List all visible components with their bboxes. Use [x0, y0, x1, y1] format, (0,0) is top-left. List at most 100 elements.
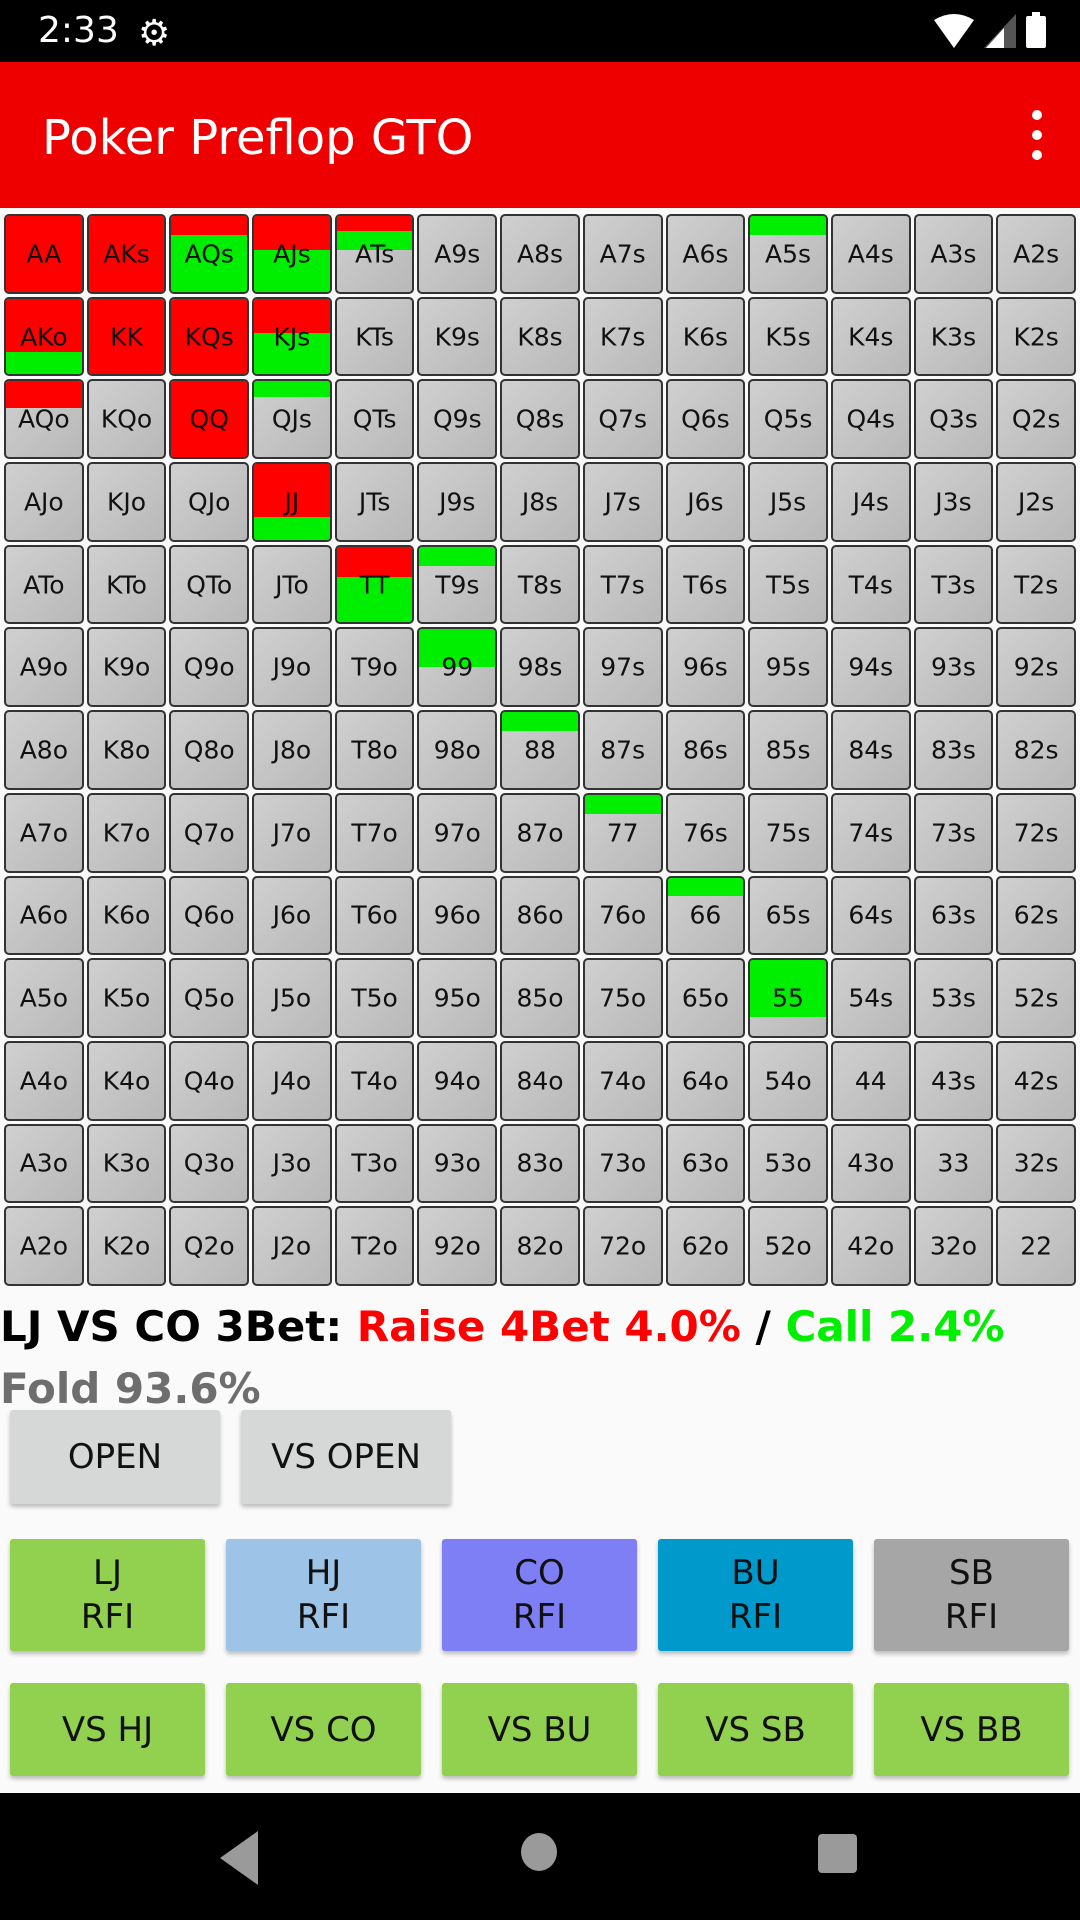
hand-cell-J2o[interactable]: J2o	[252, 1206, 332, 1286]
hand-cell-A9s[interactable]: A9s	[417, 214, 498, 294]
hand-cell-95s[interactable]: 95s	[748, 627, 828, 708]
hand-cell-42s[interactable]: 42s	[996, 1040, 1076, 1121]
hand-cell-53s[interactable]: 53s	[913, 958, 994, 1038]
hand-cell-94s[interactable]: 94s	[830, 627, 911, 708]
hand-cell-T7s[interactable]: T7s	[582, 544, 663, 625]
open-button[interactable]: OPEN	[10, 1410, 220, 1504]
hand-cell-83o[interactable]: 83o	[500, 1123, 580, 1204]
vs-co-button[interactable]: VS CO	[226, 1683, 421, 1776]
vs-sb-button[interactable]: VS SB	[658, 1683, 853, 1776]
hand-cell-J8s[interactable]: J8s	[500, 462, 580, 542]
hand-cell-A4s[interactable]: A4s	[830, 214, 911, 294]
hand-cell-85o[interactable]: 85o	[500, 958, 580, 1038]
hand-cell-92o[interactable]: 92o	[417, 1206, 498, 1286]
hand-cell-Q8o[interactable]: Q8o	[169, 710, 250, 790]
hand-cell-T4s[interactable]: T4s	[830, 544, 911, 625]
hand-cell-J5o[interactable]: J5o	[252, 958, 332, 1038]
hand-cell-J5s[interactable]: J5s	[748, 462, 828, 542]
hand-cell-65s[interactable]: 65s	[748, 875, 828, 956]
hand-cell-T3s[interactable]: T3s	[913, 544, 994, 625]
hand-cell-Q2s[interactable]: Q2s	[996, 379, 1076, 460]
hand-cell-T8s[interactable]: T8s	[500, 544, 580, 625]
hand-cell-K3o[interactable]: K3o	[86, 1123, 167, 1204]
hand-cell-AA[interactable]: AA	[4, 214, 84, 294]
hand-cell-K7s[interactable]: K7s	[582, 296, 663, 377]
hand-cell-K4s[interactable]: K4s	[830, 296, 911, 377]
hand-cell-A5o[interactable]: A5o	[4, 958, 84, 1038]
hand-cell-76s[interactable]: 76s	[665, 792, 746, 873]
lj-rfi-button[interactable]: LJ RFI	[10, 1539, 205, 1651]
hand-cell-87s[interactable]: 87s	[582, 710, 663, 790]
hand-cell-44[interactable]: 44	[830, 1040, 911, 1121]
hand-cell-87o[interactable]: 87o	[500, 792, 580, 873]
hand-cell-T4o[interactable]: T4o	[334, 1040, 415, 1121]
hand-cell-A3o[interactable]: A3o	[4, 1123, 84, 1204]
hand-cell-42o[interactable]: 42o	[830, 1206, 911, 1286]
hand-cell-94o[interactable]: 94o	[417, 1040, 498, 1121]
hand-cell-63s[interactable]: 63s	[913, 875, 994, 956]
hand-cell-A3s[interactable]: A3s	[913, 214, 994, 294]
hand-cell-65o[interactable]: 65o	[665, 958, 746, 1038]
hand-cell-ATo[interactable]: ATo	[4, 544, 84, 625]
hand-cell-K2s[interactable]: K2s	[996, 296, 1076, 377]
hand-cell-K7o[interactable]: K7o	[86, 792, 167, 873]
hand-cell-T6o[interactable]: T6o	[334, 875, 415, 956]
hand-cell-76o[interactable]: 76o	[582, 875, 663, 956]
hand-cell-86s[interactable]: 86s	[665, 710, 746, 790]
back-icon[interactable]	[220, 1831, 258, 1885]
hand-cell-J6o[interactable]: J6o	[252, 875, 332, 956]
hand-cell-A8s[interactable]: A8s	[500, 214, 580, 294]
vs-hj-button[interactable]: VS HJ	[10, 1683, 205, 1776]
hand-cell-K8o[interactable]: K8o	[86, 710, 167, 790]
home-icon[interactable]	[521, 1833, 557, 1871]
hand-cell-Q7o[interactable]: Q7o	[169, 792, 250, 873]
hand-cell-J8o[interactable]: J8o	[252, 710, 332, 790]
hand-cell-K6s[interactable]: K6s	[665, 296, 746, 377]
hand-cell-Q6s[interactable]: Q6s	[665, 379, 746, 460]
hand-cell-98s[interactable]: 98s	[500, 627, 580, 708]
hand-cell-K3s[interactable]: K3s	[913, 296, 994, 377]
hand-cell-92s[interactable]: 92s	[996, 627, 1076, 708]
hj-rfi-button[interactable]: HJ RFI	[226, 1539, 421, 1651]
hand-cell-96s[interactable]: 96s	[665, 627, 746, 708]
hand-cell-77[interactable]: 77	[582, 792, 663, 873]
hand-cell-85s[interactable]: 85s	[748, 710, 828, 790]
hand-cell-J4s[interactable]: J4s	[830, 462, 911, 542]
hand-cell-KTs[interactable]: KTs	[334, 296, 415, 377]
hand-cell-AQs[interactable]: AQs	[169, 214, 250, 294]
hand-cell-T5s[interactable]: T5s	[748, 544, 828, 625]
hand-cell-A9o[interactable]: A9o	[4, 627, 84, 708]
hand-cell-54s[interactable]: 54s	[830, 958, 911, 1038]
hand-cell-86o[interactable]: 86o	[500, 875, 580, 956]
hand-cell-T5o[interactable]: T5o	[334, 958, 415, 1038]
hand-cell-43o[interactable]: 43o	[830, 1123, 911, 1204]
hand-cell-J4o[interactable]: J4o	[252, 1040, 332, 1121]
hand-cell-JTs[interactable]: JTs	[334, 462, 415, 542]
hand-cell-83s[interactable]: 83s	[913, 710, 994, 790]
hand-cell-T6s[interactable]: T6s	[665, 544, 746, 625]
hand-cell-52o[interactable]: 52o	[748, 1206, 828, 1286]
co-rfi-button[interactable]: CO RFI	[442, 1539, 637, 1651]
hand-cell-96o[interactable]: 96o	[417, 875, 498, 956]
hand-cell-Q4o[interactable]: Q4o	[169, 1040, 250, 1121]
hand-cell-J7s[interactable]: J7s	[582, 462, 663, 542]
hand-cell-Q3s[interactable]: Q3s	[913, 379, 994, 460]
hand-cell-82o[interactable]: 82o	[500, 1206, 580, 1286]
hand-cell-Q5s[interactable]: Q5s	[748, 379, 828, 460]
hand-cell-82s[interactable]: 82s	[996, 710, 1076, 790]
recents-icon[interactable]	[818, 1834, 857, 1873]
vs-bu-button[interactable]: VS BU	[442, 1683, 637, 1776]
hand-cell-93s[interactable]: 93s	[913, 627, 994, 708]
hand-cell-95o[interactable]: 95o	[417, 958, 498, 1038]
hand-cell-Q9s[interactable]: Q9s	[417, 379, 498, 460]
hand-cell-KTo[interactable]: KTo	[86, 544, 167, 625]
hand-cell-QJs[interactable]: QJs	[252, 379, 332, 460]
hand-cell-A8o[interactable]: A8o	[4, 710, 84, 790]
hand-cell-93o[interactable]: 93o	[417, 1123, 498, 1204]
bu-rfi-button[interactable]: BU RFI	[658, 1539, 853, 1651]
hand-cell-KK[interactable]: KK	[86, 296, 167, 377]
hand-cell-K8s[interactable]: K8s	[500, 296, 580, 377]
hand-cell-K9o[interactable]: K9o	[86, 627, 167, 708]
hand-cell-QTo[interactable]: QTo	[169, 544, 250, 625]
vs-open-button[interactable]: VS OPEN	[241, 1410, 451, 1504]
